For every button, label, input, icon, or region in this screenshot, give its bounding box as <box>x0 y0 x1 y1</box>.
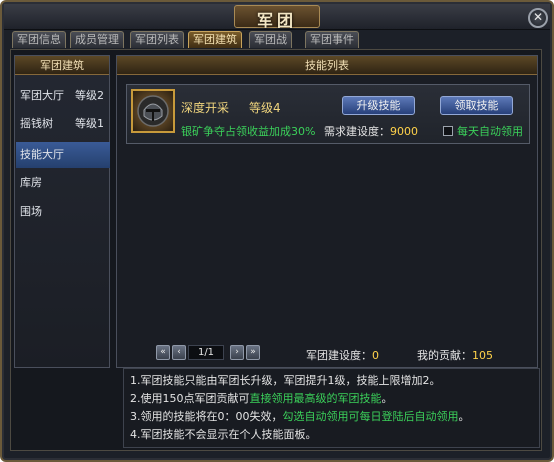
note-line-1: 1.军团技能只能由军团长升级，军团提升1级，技能上限增加2。 <box>130 374 441 387</box>
sidebar-item-level: 等级1 <box>75 117 104 130</box>
auto-claim-checkbox[interactable] <box>443 126 453 136</box>
skill-icon-deep-mining[interactable] <box>131 89 175 133</box>
sidebar-item-money-tree[interactable]: 摇钱树 等级1 <box>16 111 110 137</box>
note-line-4: 4.军团技能不会显示在个人技能面板。 <box>130 428 317 441</box>
tab-legion-list[interactable]: 军团列表 <box>130 31 184 48</box>
tab-legion-events[interactable]: 军团事件 <box>305 31 359 48</box>
sidebar-item-level: 等级2 <box>75 89 104 102</box>
sidebar-item-warehouse[interactable]: 库房 <box>16 170 110 196</box>
sidebar-item-label: 库房 <box>20 176 42 189</box>
legion-build-degree: 军团建设度：0 <box>306 347 379 363</box>
sidebar-item-skill-hall[interactable]: 技能大厅 <box>16 142 110 168</box>
close-button[interactable]: ✕ <box>528 8 548 28</box>
page-indicator: 1/1 <box>188 345 224 360</box>
sidebar-item-label: 摇钱树 <box>20 117 53 130</box>
build-degree-value: 0 <box>372 349 379 362</box>
upgrade-skill-button[interactable]: 升级技能 <box>342 96 415 115</box>
claim-skill-button[interactable]: 领取技能 <box>440 96 513 115</box>
skill-requirement: 需求建设度：9000 <box>324 123 418 139</box>
tab-legion-war[interactable]: 军团战 <box>249 31 292 48</box>
requirement-label: 需求建设度： <box>324 125 390 138</box>
note-line-3: 3.领用的技能将在0：00失效，勾选自动领用可每日登陆后自动领用。 <box>130 408 533 426</box>
note-text: 2.使用150点军团贡献可 <box>130 392 250 405</box>
auto-claim-label: 每天自动领用 <box>457 125 523 138</box>
sidebar-item-label: 军团大厅 <box>20 89 64 102</box>
sidebar-item-label: 围场 <box>20 205 42 218</box>
next-page-button[interactable]: › <box>230 345 244 360</box>
close-icon: ✕ <box>532 10 544 24</box>
last-page-button[interactable]: » <box>246 345 260 360</box>
tab-legion-buildings[interactable]: 军团建筑 <box>188 31 242 48</box>
sidebar-item-paddock[interactable]: 围场 <box>16 199 110 225</box>
note-text: 。 <box>381 392 393 405</box>
note-highlight: 直接领用最高级的军团技能 <box>249 392 382 405</box>
sidebar-title: 军团建筑 <box>15 56 109 75</box>
title-bar[interactable]: 军团 ✕ <box>4 4 550 30</box>
note-text: 。 <box>458 410 470 423</box>
skill-name: 深度开采 <box>181 101 230 115</box>
tab-members[interactable]: 成员管理 <box>70 31 124 48</box>
contribution-value: 105 <box>472 349 493 362</box>
contribution-label: 我的贡献： <box>417 349 472 362</box>
requirement-value: 9000 <box>390 125 418 138</box>
build-degree-label: 军团建设度： <box>306 349 372 362</box>
skill-level: 等级4 <box>249 101 281 115</box>
my-contribution: 我的贡献：105 <box>417 347 493 363</box>
notes-box: 1.军团技能只能由军团长升级，军团提升1级，技能上限增加2。 2.使用150点军… <box>123 368 540 448</box>
tab-legion-info[interactable]: 军团信息 <box>12 31 66 48</box>
skill-description: 银矿争夺占领收益加成30% <box>181 125 316 138</box>
skill-card: 深度开采 等级4 银矿争夺占领收益加成30% 需求建设度：9000 升级技能 领… <box>126 84 530 144</box>
building-sidebar: 军团建筑 军团大厅 等级2 摇钱树 等级1 技能大厅 库房 围场 <box>14 55 110 368</box>
window-title: 军团 <box>256 11 297 30</box>
sidebar-item-label: 技能大厅 <box>20 148 64 161</box>
note-highlight: 勾选自动领用可每日登陆后自动领用 <box>282 410 459 423</box>
prev-page-button[interactable]: ‹ <box>172 345 186 360</box>
skill-list-title: 技能列表 <box>117 56 537 75</box>
note-text: 3.领用的技能将在0：00失效， <box>130 410 283 423</box>
sidebar-item-legion-hall[interactable]: 军团大厅 等级2 <box>16 83 110 109</box>
first-page-button[interactable]: « <box>156 345 170 360</box>
helmet-icon <box>137 95 169 127</box>
note-line-2: 2.使用150点军团贡献可直接领用最高级的军团技能。 <box>130 390 533 408</box>
